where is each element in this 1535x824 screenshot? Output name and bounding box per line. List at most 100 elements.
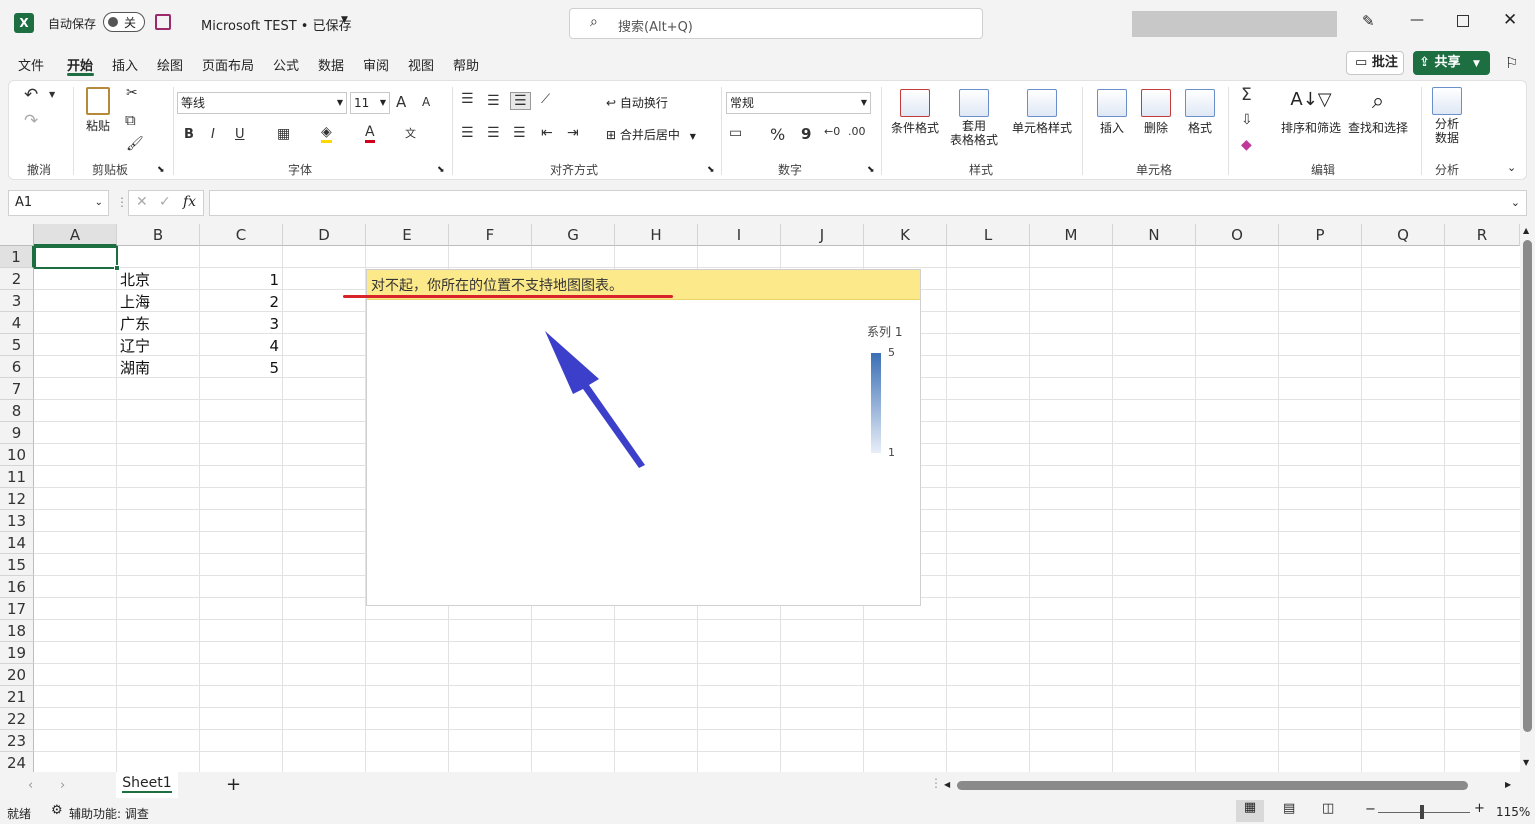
row-header-12[interactable]: 12: [0, 488, 34, 510]
zoom-in-icon[interactable]: +: [1474, 801, 1485, 816]
pen-icon[interactable]: ✎: [1362, 12, 1375, 30]
column-header-q[interactable]: Q: [1362, 224, 1445, 246]
row-header-5[interactable]: 5: [0, 334, 34, 356]
column-header-h[interactable]: H: [615, 224, 698, 246]
restore-icon[interactable]: [1457, 15, 1469, 27]
cut-icon[interactable]: ✂: [126, 85, 138, 101]
analyze-data-button[interactable]: 分析 数据: [1429, 87, 1465, 145]
italic-button[interactable]: I: [211, 127, 215, 142]
underline-button[interactable]: U: [235, 127, 245, 142]
vertical-scrollbar[interactable]: ▲ ▼: [1520, 224, 1535, 772]
cell-b5[interactable]: 辽宁: [120, 335, 150, 357]
font-launcher-icon[interactable]: ⬊: [437, 165, 445, 175]
minimize-icon[interactable]: —: [1410, 12, 1424, 28]
column-header-p[interactable]: P: [1279, 224, 1362, 246]
vertical-scroll-thumb[interactable]: [1523, 240, 1532, 732]
prev-sheet-icon[interactable]: ‹: [28, 778, 33, 793]
tab-page-layout[interactable]: 页面布局: [202, 55, 254, 74]
tab-split-icon[interactable]: ⋮: [930, 776, 942, 790]
row-header-18[interactable]: 18: [0, 620, 34, 642]
align-bottom-icon[interactable]: ☰: [510, 92, 531, 110]
cell-b6[interactable]: 湖南: [120, 357, 150, 379]
wrap-text-button[interactable]: ↩ 自动换行: [606, 94, 668, 111]
accessibility-status[interactable]: 辅助功能: 调查: [69, 805, 149, 822]
zoom-level[interactable]: 115%: [1496, 805, 1530, 819]
column-header-e[interactable]: E: [366, 224, 449, 246]
row-header-14[interactable]: 14: [0, 532, 34, 554]
autosum-icon[interactable]: Σ: [1241, 85, 1252, 105]
undo-icon[interactable]: ↶: [24, 85, 38, 105]
row-header-13[interactable]: 13: [0, 510, 34, 532]
row-header-23[interactable]: 23: [0, 730, 34, 752]
column-header-a[interactable]: A: [34, 224, 117, 246]
tab-home[interactable]: 开始: [67, 55, 93, 74]
row-header-20[interactable]: 20: [0, 664, 34, 686]
cell-c5[interactable]: 4: [200, 335, 279, 357]
page-break-view-icon[interactable]: ◫: [1322, 801, 1334, 816]
column-header-r[interactable]: R: [1445, 224, 1520, 246]
map-chart[interactable]: 对不起，你所在的位置不支持地图图表。 系列 1 5 1: [343, 269, 921, 606]
cell-styles-button[interactable]: 单元格样式: [1009, 89, 1075, 136]
share-button[interactable]: ⇪ 共享 ▼: [1413, 51, 1490, 75]
row-header-6[interactable]: 6: [0, 356, 34, 378]
tab-draw[interactable]: 绘图: [157, 55, 183, 74]
copy-icon[interactable]: ⧉: [125, 111, 136, 129]
undo-chevron-down-icon[interactable]: ▼: [49, 90, 55, 99]
row-header-2[interactable]: 2: [0, 268, 34, 290]
align-center-icon[interactable]: ☰: [487, 125, 500, 141]
column-header-g[interactable]: G: [532, 224, 615, 246]
row-header-17[interactable]: 17: [0, 598, 34, 620]
row-header-16[interactable]: 16: [0, 576, 34, 598]
cell-b3[interactable]: 上海: [120, 291, 150, 313]
row-header-21[interactable]: 21: [0, 686, 34, 708]
conditional-format-button[interactable]: 条件格式: [887, 89, 943, 136]
cancel-icon[interactable]: ✕: [136, 194, 148, 210]
tab-help[interactable]: 帮助: [453, 55, 479, 74]
document-title[interactable]: Microsoft TEST • 已保存: [201, 15, 352, 34]
column-header-d[interactable]: D: [283, 224, 366, 246]
column-header-j[interactable]: J: [781, 224, 864, 246]
formula-input[interactable]: ⌄: [209, 190, 1527, 216]
ribbon-collapse-chevron-icon[interactable]: ⌄: [1507, 161, 1516, 174]
grow-font-icon[interactable]: A: [396, 93, 406, 111]
row-header-10[interactable]: 10: [0, 444, 34, 466]
bold-button[interactable]: B: [184, 127, 194, 142]
delete-cells-button[interactable]: 删除: [1137, 89, 1175, 136]
column-header-k[interactable]: K: [864, 224, 947, 246]
name-box[interactable]: A1 ⌄: [8, 190, 109, 216]
autosave-toggle[interactable]: 关: [103, 12, 145, 32]
scroll-up-icon[interactable]: ▲: [1523, 226, 1529, 235]
clear-icon[interactable]: ◆: [1241, 137, 1252, 153]
align-left-icon[interactable]: ☰: [461, 125, 474, 141]
row-header-3[interactable]: 3: [0, 290, 34, 312]
cell-c4[interactable]: 3: [200, 313, 279, 335]
worksheet-grid[interactable]: ABCDEFGHIJKLMNOPQR 1 2 3 4 5 6 7 8 9 10 11 12 13 14 15…: [0, 224, 1535, 772]
row-header-4[interactable]: 4: [0, 312, 34, 334]
row-header-7[interactable]: 7: [0, 378, 34, 400]
fill-handle[interactable]: [114, 265, 120, 271]
align-middle-icon[interactable]: ☰: [487, 93, 500, 109]
column-header-f[interactable]: F: [449, 224, 532, 246]
comments-button[interactable]: ▭ 批注: [1346, 51, 1404, 75]
tab-view[interactable]: 视图: [408, 55, 434, 74]
row-header-24[interactable]: 24: [0, 752, 34, 772]
increase-decimal-icon[interactable]: ←0: [824, 125, 840, 138]
feedback-icon[interactable]: ⚐: [1505, 54, 1518, 72]
shrink-font-icon[interactable]: A: [422, 95, 430, 109]
cell-c6[interactable]: 5: [200, 357, 279, 379]
tab-formulas[interactable]: 公式: [273, 55, 299, 74]
scroll-left-icon[interactable]: ◀: [944, 780, 950, 789]
border-icon[interactable]: ▦: [277, 126, 290, 142]
next-sheet-icon[interactable]: ›: [60, 778, 65, 793]
expand-formula-chevron-icon[interactable]: ⌄: [1511, 191, 1520, 215]
title-chevron-down-icon[interactable]: ▼: [341, 15, 348, 25]
save-icon[interactable]: [155, 14, 171, 30]
alignment-launcher-icon[interactable]: ⬊: [707, 165, 715, 175]
column-header-b[interactable]: B: [117, 224, 200, 246]
horizontal-scroll-thumb[interactable]: [957, 781, 1468, 790]
decrease-indent-icon[interactable]: ⇤: [541, 125, 553, 141]
tab-data[interactable]: 数据: [318, 55, 344, 74]
merge-center-button[interactable]: ⊞ 合并后居中 ▼: [606, 126, 696, 143]
insert-cells-button[interactable]: 插入: [1093, 89, 1131, 136]
sheet-tab-sheet1[interactable]: Sheet1: [116, 772, 178, 798]
